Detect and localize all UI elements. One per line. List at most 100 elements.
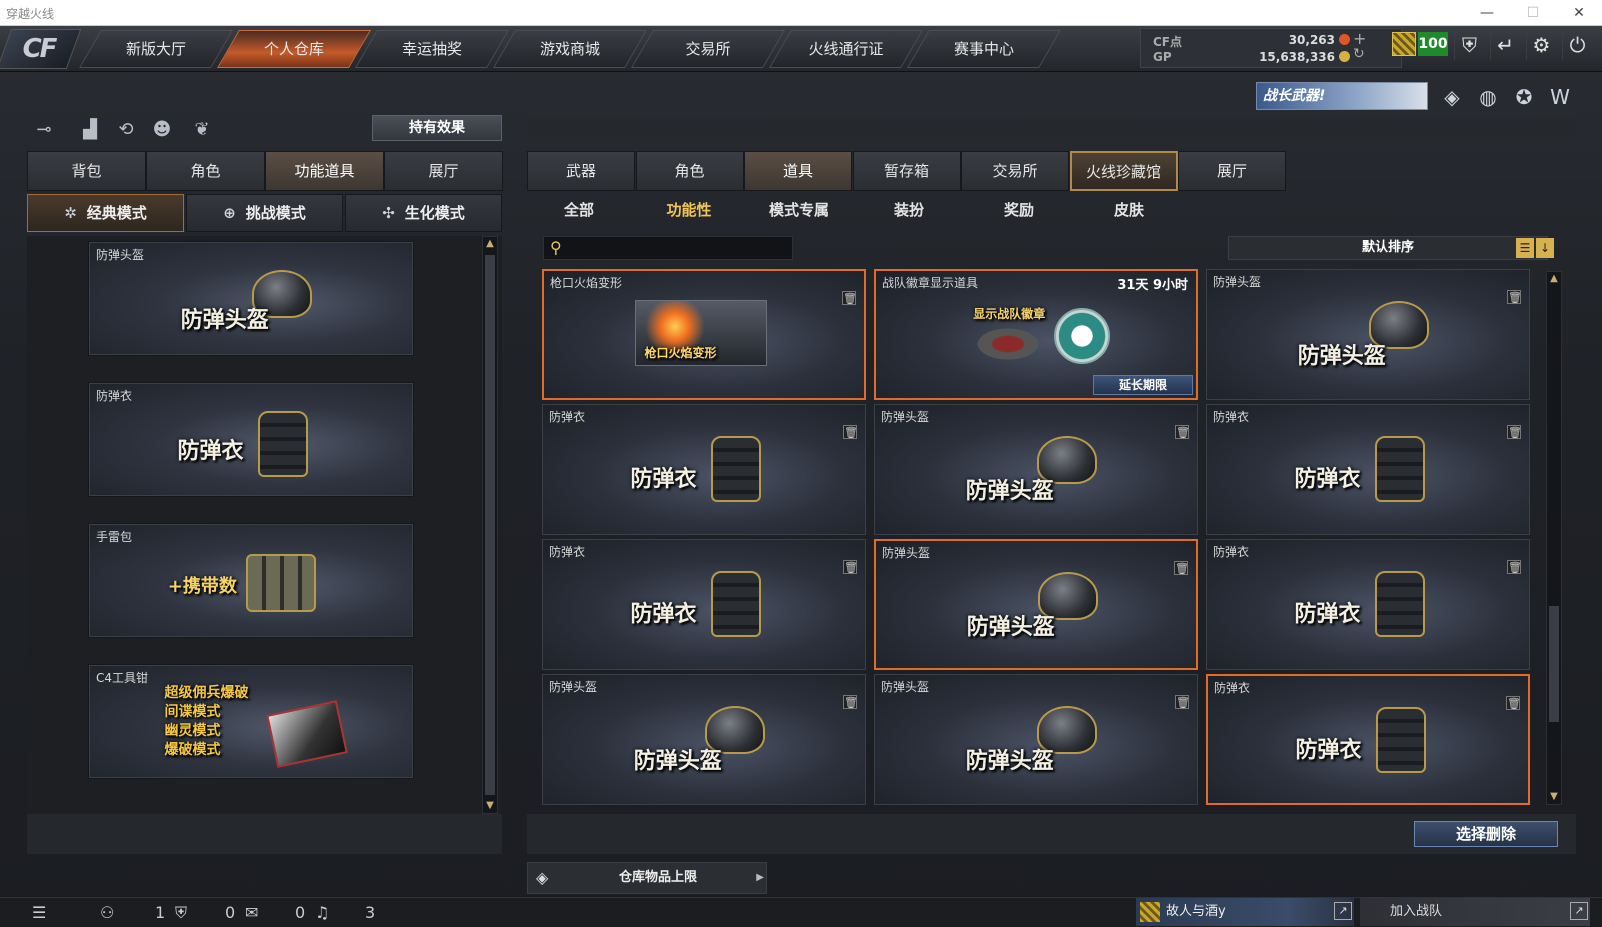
star-shield-icon[interactable]: ✪ [1510,84,1538,110]
sub-tab[interactable]: 奖励 [965,198,1073,222]
minimize-icon[interactable]: — [1464,0,1510,26]
trash-icon[interactable]: 🗑 [843,695,858,709]
trash-icon[interactable]: 🗑 [1175,425,1190,439]
grid-scroll-up-icon[interactable]: ▲ [1547,272,1561,286]
expand-friend-icon[interactable]: ↗ [1334,902,1352,920]
right-tab[interactable]: 交易所 [961,151,1069,191]
trash-icon[interactable]: 🗑 [1507,290,1522,304]
nav-tab[interactable]: 新版大厅 [79,30,233,68]
shield-icon[interactable]: ⛨ [1454,30,1484,60]
sub-tab[interactable]: 模式专属 [745,198,853,222]
sort-dropdown[interactable]: 默认排序 [1228,236,1548,260]
mode-button[interactable]: ⊕ 挑战模式 [186,194,343,232]
trash-icon[interactable]: 🗑 [1507,560,1522,574]
friends-icon[interactable]: ⚇ [100,903,114,922]
grid-item-card[interactable]: 防弹头盔 🗑 防弹头盔 [542,674,866,805]
left-item-card[interactable]: C4工具钳 超级佣兵爆破 间谍模式 幽灵模式 爆破模式 [89,665,413,778]
grid-item-card[interactable]: 防弹衣 🗑 防弹衣 [1206,404,1530,535]
right-tab[interactable]: 展厅 [1178,151,1286,191]
sub-tab[interactable]: 皮肤 [1075,198,1183,222]
extend-button[interactable]: 延长期限 [1093,375,1193,395]
scroll-thumb[interactable] [485,255,495,795]
trash-icon[interactable]: 🗑 [1174,561,1189,575]
speaker-icon[interactable]: ♫ [315,903,329,922]
maximize-icon[interactable]: ☐ [1510,0,1556,26]
left-tab[interactable]: 背包 [27,151,146,191]
nav-tab[interactable]: 幸运抽奖 [355,30,509,68]
globe-icon[interactable]: ◍ [1474,84,1502,110]
mode-button[interactable]: ✲ 经典模式 [27,194,184,232]
grenade-icon[interactable]: ❦ [188,116,216,144]
left-tab[interactable]: 展厅 [384,151,503,191]
nav-tab[interactable]: 火线通行证 [769,30,923,68]
rank-bars-icon[interactable]: ▟ [76,116,104,144]
trash-icon[interactable]: 🗑 [843,425,858,439]
left-item-card[interactable]: 手雷包 +携带数 [89,524,413,637]
storage-capacity-bar[interactable]: ◈ 仓库物品上限 ▶ [527,862,767,894]
scroll-up-icon[interactable]: ▲ [483,237,497,251]
promo-banner[interactable]: 战长武器! [1256,82,1428,110]
right-tab[interactable]: 道具 [744,151,852,191]
left-item-card[interactable]: 防弹头盔 防弹头盔 [89,242,413,355]
grid-item-card[interactable]: 防弹衣 🗑 防弹衣 [542,539,866,670]
grid-item-card[interactable]: 防弹头盔 🗑 防弹头盔 [874,674,1198,805]
select-delete-button[interactable]: 选择删除 [1414,821,1558,847]
left-scrollbar[interactable]: ▲ ▼ [482,236,498,814]
friend-card[interactable]: 故人与酒y [1136,898,1354,926]
mode-icon: ✲ [64,204,77,222]
chat-icon[interactable]: ✉ [245,903,258,922]
sub-tab[interactable]: 全部 [525,198,633,222]
grid-item-card[interactable]: 防弹衣 🗑 防弹衣 [542,404,866,535]
holding-effect-button[interactable]: 持有效果 [372,115,502,141]
grid-item-card[interactable]: 战队徽章显示道具 31天 9小时 延长期限 显示战队徽章 [874,269,1198,400]
gear-icon[interactable]: ⚙ [1526,30,1556,60]
trash-icon[interactable]: 🗑 [1506,696,1521,710]
sort-down-icon[interactable]: ↓ [1536,238,1554,258]
join-clan[interactable]: 加入战队 [1360,898,1590,926]
grid-item-card[interactable]: 防弹头盔 🗑 防弹头盔 [874,539,1198,670]
trash-icon[interactable]: 🗑 [1507,425,1522,439]
left-item-card[interactable]: 防弹衣 防弹衣 [89,383,413,496]
grid-item-card[interactable]: 防弹头盔 🗑 防弹头盔 [1206,269,1530,400]
search-box[interactable]: ⚲ [543,236,793,260]
grid-item-card[interactable]: 防弹衣 🗑 防弹衣 [1206,674,1530,805]
scroll-down-icon[interactable]: ▼ [483,799,497,813]
right-tab[interactable]: 角色 [635,151,744,191]
left-tab[interactable]: 功能道具 [265,151,384,191]
nav-tab[interactable]: 赛事中心 [907,30,1061,68]
grid-item-card[interactable]: 防弹头盔 🗑 防弹头盔 [874,404,1198,535]
w-logo-icon[interactable]: W [1546,84,1574,110]
refresh-icon[interactable]: ↻ [1353,46,1365,62]
nav-tab[interactable]: 交易所 [631,30,785,68]
nav-tab[interactable]: 游戏商城 [493,30,647,68]
mode-button[interactable]: ✣ 生化模式 [345,194,502,232]
left-tab[interactable]: 角色 [146,151,265,191]
cf-logo[interactable]: CF [0,29,82,69]
badge-icon[interactable]: ◈ [1438,84,1466,110]
shield-status-icon[interactable]: ⛨ [175,903,187,923]
user-icon[interactable]: ☻ [148,116,176,144]
trash-icon[interactable]: 🗑 [1175,695,1190,709]
right-tab[interactable]: 暂存箱 [852,151,961,191]
search-input[interactable] [570,239,788,257]
key-icon[interactable]: ⊸ [30,116,58,144]
sub-tab[interactable]: 装扮 [855,198,963,222]
sub-tab[interactable]: 功能性 [635,198,743,222]
return-icon[interactable]: ↵ [1490,30,1520,60]
power-icon[interactable]: ⏻ [1562,30,1592,60]
grid-item-card[interactable]: 枪口火焰变形 🗑 枪口火焰变形 [542,269,866,400]
close-icon[interactable]: ✕ [1556,0,1602,26]
right-tab[interactable]: 火线珍藏馆 [1069,151,1178,191]
grid-item-card[interactable]: 防弹衣 🗑 防弹衣 [1206,539,1530,670]
trash-icon[interactable]: 🗑 [843,560,858,574]
grid-scroll-thumb[interactable] [1549,606,1559,722]
grid-scroll-down-icon[interactable]: ▼ [1547,790,1561,804]
nav-tab[interactable]: 个人仓库 [217,30,371,68]
grid-scrollbar[interactable]: ▲ ▼ [1546,271,1562,805]
menu-list-icon[interactable]: ☰ [32,903,46,922]
history-icon[interactable]: ⟲ [112,116,140,144]
expand-clan-icon[interactable]: ↗ [1570,902,1588,920]
trash-icon[interactable]: 🗑 [842,291,857,305]
right-tab[interactable]: 武器 [527,151,635,191]
list-icon[interactable]: ☰ [1516,238,1534,258]
